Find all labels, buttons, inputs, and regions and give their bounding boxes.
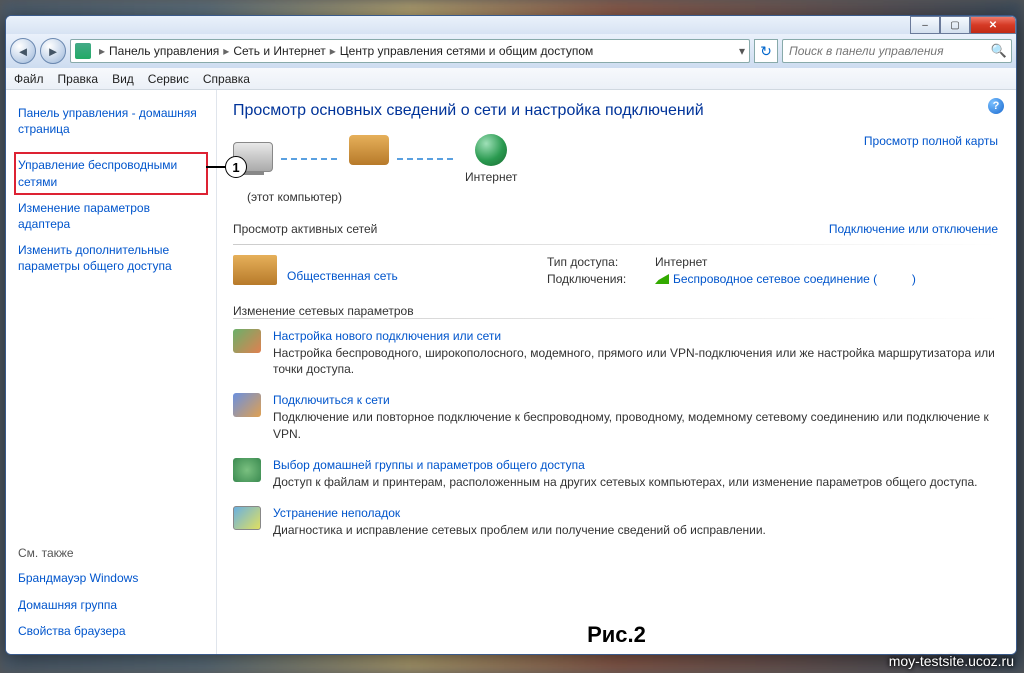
refresh-button[interactable]: ↻ [754, 39, 778, 63]
homegroup-icon [233, 458, 261, 482]
globe-icon [475, 134, 507, 166]
sidebar-sharing[interactable]: Изменить дополнительные параметры общего… [14, 237, 208, 279]
sidebar: Панель управления - домашняя страница Уп… [6, 90, 216, 654]
control-panel-icon [75, 43, 91, 59]
connect-network-desc: Подключение или повторное подключение к … [273, 409, 998, 441]
close-button[interactable]: ✕ [970, 16, 1016, 34]
change-settings-header: Изменение сетевых параметров [233, 304, 998, 318]
action-new-connection: Настройка нового подключения или сети На… [233, 329, 998, 377]
figure-label: Рис.2 [587, 622, 646, 648]
new-connection-desc: Настройка беспроводного, широкополосного… [273, 345, 998, 377]
search-icon[interactable]: 🔍 [991, 43, 1007, 59]
menu-bar: Файл Правка Вид Сервис Справка [6, 68, 1016, 90]
troubleshoot-link[interactable]: Устранение неполадок [273, 506, 766, 520]
content: Панель управления - домашняя страница Уп… [6, 90, 1016, 654]
divider-2 [233, 318, 998, 319]
node-internet: Интернет [465, 134, 517, 184]
help-icon[interactable]: ? [988, 98, 1004, 114]
sidebar-seealso: См. также [14, 541, 208, 565]
action-connect-network: Подключиться к сети Подключение или повт… [233, 393, 998, 441]
back-button[interactable]: ◄ [10, 38, 36, 64]
bench-icon [349, 135, 389, 165]
forward-button[interactable]: ► [40, 38, 66, 64]
maximize-button[interactable]: ▢ [940, 16, 970, 34]
connect-network-link[interactable]: Подключиться к сети [273, 393, 998, 407]
menu-edit[interactable]: Правка [58, 72, 99, 86]
titlebar: – ▢ ✕ [6, 16, 1016, 34]
minimize-button[interactable]: – [910, 16, 940, 34]
page-title: Просмотр основных сведений о сети и наст… [233, 102, 998, 120]
control-panel-window: – ▢ ✕ ◄ ► ▸ Панель управления ▸ Сеть и И… [5, 15, 1017, 655]
action-troubleshoot: Устранение неполадок Диагностика и испра… [233, 506, 998, 538]
window-buttons: – ▢ ✕ [910, 16, 1016, 34]
homegroup-link[interactable]: Выбор домашней группы и параметров общег… [273, 458, 978, 472]
breadcrumb-root[interactable]: Панель управления [109, 44, 219, 58]
sidebar-wireless[interactable]: Управление беспроводными сетями [14, 152, 208, 194]
full-map-link[interactable]: Просмотр полной карты [864, 134, 998, 148]
sidebar-browser[interactable]: Свойства браузера [14, 618, 208, 644]
menu-file[interactable]: Файл [14, 72, 44, 86]
sidebar-firewall[interactable]: Брандмауэр Windows [14, 565, 208, 591]
wifi-signal-icon [655, 274, 669, 284]
search-box[interactable]: 🔍 [782, 39, 1012, 63]
this-computer-caption: (этот компьютер) [247, 190, 998, 204]
watermark: moy-testsite.ucoz.ru [889, 653, 1014, 669]
search-input[interactable] [787, 43, 991, 59]
access-type-label: Тип доступа: [547, 255, 647, 269]
active-networks-header: Просмотр активных сетей [233, 222, 377, 236]
address-bar: ◄ ► ▸ Панель управления ▸ Сеть и Интерне… [6, 34, 1016, 68]
connections-value-link[interactable]: Беспроводное сетевое соединение ( ) [655, 272, 916, 286]
internet-label: Интернет [465, 170, 517, 184]
network-bench-icon [233, 255, 277, 285]
homegroup-desc: Доступ к файлам и принтерам, расположенн… [273, 474, 978, 490]
network-map: Интернет Просмотр полной карты [233, 134, 998, 184]
troubleshoot-desc: Диагностика и исправление сетевых пробле… [273, 522, 766, 538]
node-network [349, 135, 389, 183]
sidebar-home[interactable]: Панель управления - домашняя страница [14, 100, 208, 142]
menu-view[interactable]: Вид [112, 72, 134, 86]
sidebar-adapter[interactable]: Изменение параметров адаптера [14, 195, 208, 237]
network-type-link[interactable]: Общественная сеть [287, 269, 398, 283]
annotation-1: 1 [225, 156, 247, 178]
sidebar-homegroup[interactable]: Домашняя группа [14, 592, 208, 618]
new-connection-link[interactable]: Настройка нового подключения или сети [273, 329, 998, 343]
menu-service[interactable]: Сервис [148, 72, 189, 86]
breadcrumb-l2[interactable]: Сеть и Интернет [233, 44, 325, 58]
breadcrumb[interactable]: ▸ Панель управления ▸ Сеть и Интернет ▸ … [70, 39, 750, 63]
troubleshoot-icon [233, 506, 261, 530]
new-connection-icon [233, 329, 261, 353]
connector-2 [397, 158, 457, 160]
breadcrumb-l3[interactable]: Центр управления сетями и общим доступом [340, 44, 594, 58]
connections-label: Подключения: [547, 272, 647, 286]
connect-disconnect-link[interactable]: Подключение или отключение [829, 222, 998, 236]
connect-network-icon [233, 393, 261, 417]
main-panel: ? Просмотр основных сведений о сети и на… [216, 90, 1016, 654]
menu-help[interactable]: Справка [203, 72, 250, 86]
action-homegroup: Выбор домашней группы и параметров общег… [233, 458, 998, 490]
access-type-value: Интернет [655, 255, 707, 269]
divider [233, 244, 998, 245]
connector-1 [281, 158, 341, 160]
active-network-row: Общественная сеть Тип доступа: Интернет … [233, 255, 998, 286]
